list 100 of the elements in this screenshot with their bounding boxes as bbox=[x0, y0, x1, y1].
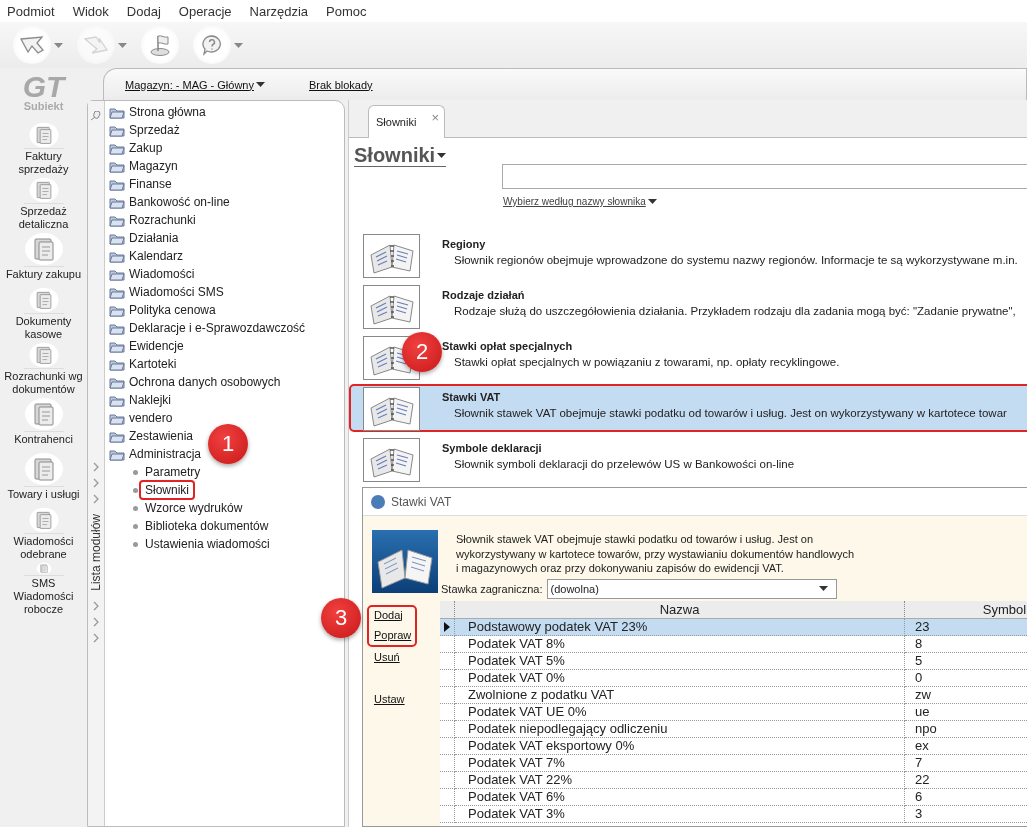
tree-item[interactable]: Wiadomości bbox=[129, 267, 195, 281]
table-cell: Podatek niepodlegający odliczeniu bbox=[455, 720, 905, 738]
folder-icon bbox=[109, 177, 125, 191]
caret-icon bbox=[647, 199, 657, 204]
warehouse-link[interactable]: Magazyn: - MAG - Główny bbox=[125, 78, 265, 91]
folder-icon bbox=[109, 339, 125, 353]
folder-icon bbox=[109, 231, 125, 245]
tree-item[interactable]: Kartoteki bbox=[129, 357, 177, 371]
action-link[interactable]: Popraw bbox=[374, 628, 412, 641]
table-cell: Podatek VAT 8% bbox=[455, 635, 905, 653]
tree-item[interactable]: Słowniki bbox=[139, 480, 195, 500]
sidebar-item[interactable]: Faktury zakupu bbox=[3, 267, 84, 282]
tree-item[interactable]: Ochrona danych osobowych bbox=[129, 375, 281, 389]
sidebar-item[interactable]: Faktury sprzedaży bbox=[0, 149, 87, 177]
tree-item[interactable]: vendero bbox=[129, 411, 173, 425]
pin-icon[interactable] bbox=[90, 111, 102, 121]
document-icon bbox=[23, 232, 64, 267]
caret-icon bbox=[234, 42, 243, 48]
tree-item[interactable]: Deklaracje i e-Sprawozdawczość bbox=[129, 321, 306, 335]
column-header[interactable]: Symbol bbox=[905, 600, 1027, 619]
table-cell: Zwolnione z podatku VAT bbox=[455, 686, 905, 704]
dictionary-description: Słownik stawek VAT obejmuje stawki podatku od towarów i usług. Jest on wykorzystywany w kartotece towar bbox=[453, 406, 1007, 421]
tree-item[interactable]: Strona główna bbox=[129, 105, 206, 119]
table-cell: ex bbox=[905, 737, 1027, 755]
tree-item[interactable]: Naklejki bbox=[129, 393, 171, 407]
column-header[interactable]: Nazwa bbox=[455, 600, 905, 619]
toolbar-button[interactable] bbox=[141, 26, 179, 64]
caret-icon bbox=[54, 42, 63, 48]
tree-item[interactable]: Zestawienia bbox=[129, 429, 194, 443]
sidebar-item[interactable]: Kontrahenci bbox=[12, 432, 75, 447]
sidebar-item[interactable]: Dokumenty kasowe bbox=[0, 314, 87, 342]
action-link[interactable]: Usuń bbox=[374, 650, 405, 663]
flag-icon bbox=[149, 34, 171, 56]
dictionary-title: Regiony bbox=[442, 237, 487, 252]
tree-item[interactable]: Działania bbox=[129, 231, 179, 245]
tree-item[interactable]: Bankowość on-line bbox=[129, 195, 230, 209]
sidebar-item[interactable]: Towary i usługi bbox=[5, 487, 82, 502]
dictionary-title: Rodzaje działań bbox=[442, 288, 526, 303]
caret-icon bbox=[818, 586, 828, 591]
folder-icon bbox=[109, 393, 125, 407]
close-icon[interactable]: × bbox=[431, 110, 439, 125]
tab[interactable]: Słowniki × bbox=[368, 105, 445, 138]
menu-item[interactable]: Pomoc bbox=[325, 3, 376, 19]
tree-item[interactable]: Polityka cenowa bbox=[129, 303, 216, 317]
table-cell: 6 bbox=[905, 788, 1027, 806]
search-field[interactable] bbox=[502, 164, 1027, 189]
table-cell: Podatek VAT 6% bbox=[455, 788, 905, 806]
toolbar-button[interactable] bbox=[13, 26, 51, 64]
tree-item[interactable]: Wiadomości SMS bbox=[129, 285, 224, 299]
dictionary-description: Słownik regionów obejmuje wprowadzone do systemu nazwy regionów. Informacje te są wykorzystywane m.in. bbox=[453, 253, 1018, 268]
tree-item[interactable]: Rozrachunki bbox=[129, 213, 196, 227]
folder-icon bbox=[109, 357, 125, 371]
chevron-icon[interactable] bbox=[92, 600, 100, 611]
menu-item[interactable]: Narzędzia bbox=[248, 3, 318, 19]
folder-icon bbox=[109, 303, 125, 317]
sidebar-item[interactable]: Sprzedaż detaliczna bbox=[0, 204, 87, 232]
tree-item[interactable]: Administracja bbox=[129, 447, 202, 461]
chevron-icon[interactable] bbox=[92, 632, 100, 643]
sidebar-item[interactable]: Wiadomości odebrane bbox=[0, 534, 87, 562]
menu-item[interactable]: Podmiot bbox=[6, 3, 64, 19]
lock-link[interactable]: Brak blokady bbox=[309, 78, 373, 91]
folder-icon bbox=[109, 141, 125, 155]
tree-item[interactable]: Parametry bbox=[139, 462, 207, 482]
toolbar-button[interactable] bbox=[193, 26, 231, 64]
filter-link[interactable]: Wybierz według nazwy słownika bbox=[503, 196, 657, 207]
dialog-title: Stawki VAT bbox=[391, 494, 452, 509]
forward-arrow-icon bbox=[84, 36, 108, 54]
tree-item[interactable]: Sprzedaż bbox=[129, 123, 180, 137]
tree-item[interactable]: Finanse bbox=[129, 177, 172, 191]
menu-item[interactable]: Operacje bbox=[177, 3, 241, 19]
action-link[interactable]: Ustaw bbox=[374, 692, 405, 705]
chevron-icon[interactable] bbox=[92, 616, 100, 627]
tree-item[interactable]: Biblioteka dokumentów bbox=[139, 516, 275, 536]
dictionary-item[interactable]: Stawki VAT Słownik stawek VAT obejmuje stawki podatku od towarów i usług. Jest on wykorzystywany w kartotece towar bbox=[349, 384, 1027, 432]
dictionary-item[interactable]: Regiony Słownik regionów obejmuje wprowadzone do systemu nazwy regionów. Informacje te są wykorzystywane m.in. bbox=[349, 231, 1027, 279]
table-cell: npo bbox=[905, 720, 1027, 738]
folder-icon bbox=[109, 213, 125, 227]
table-cell: 8 bbox=[905, 635, 1027, 653]
action-link[interactable]: Dodaj bbox=[374, 608, 412, 621]
bullet-icon bbox=[133, 469, 138, 475]
tree-item[interactable]: Ewidencje bbox=[129, 339, 184, 353]
caret-icon bbox=[118, 42, 127, 48]
folder-icon bbox=[109, 105, 125, 119]
tree-item[interactable]: Ustawienia wiadomości bbox=[139, 534, 276, 554]
tree-item[interactable]: Kalendarz bbox=[129, 249, 184, 263]
sidebar-item[interactable]: SMS Wiadomości robocze bbox=[0, 576, 87, 617]
tree-item[interactable]: Zakup bbox=[129, 141, 163, 155]
tree-item[interactable]: Magazyn bbox=[129, 159, 178, 173]
sidebar-item[interactable]: Rozrachunki wg dokumentów bbox=[0, 369, 87, 397]
dictionary-item[interactable]: Rodzaje działań Rodzaje służą do uszczegółowienia działania. Przykładem rodzaju dla zadania mogą być: "Zadanie prywatne", bbox=[349, 282, 1027, 330]
folder-icon bbox=[109, 123, 125, 137]
menu-item[interactable]: Dodaj bbox=[125, 3, 170, 19]
dropdown-field[interactable]: (dowolna) bbox=[546, 578, 837, 599]
tree-item[interactable]: Wzorce wydruków bbox=[139, 498, 249, 518]
menu-item[interactable]: Widok bbox=[71, 3, 118, 19]
page-title[interactable]: Słowniki bbox=[354, 144, 436, 166]
field-label: Stawka zagraniczna: bbox=[441, 582, 543, 595]
bullet-icon bbox=[133, 505, 138, 511]
folder-icon bbox=[109, 267, 125, 281]
dictionary-item[interactable]: Symbole deklaracji Słownik symboli deklaracji do przelewów US w Bankowości on-line bbox=[349, 435, 1027, 483]
